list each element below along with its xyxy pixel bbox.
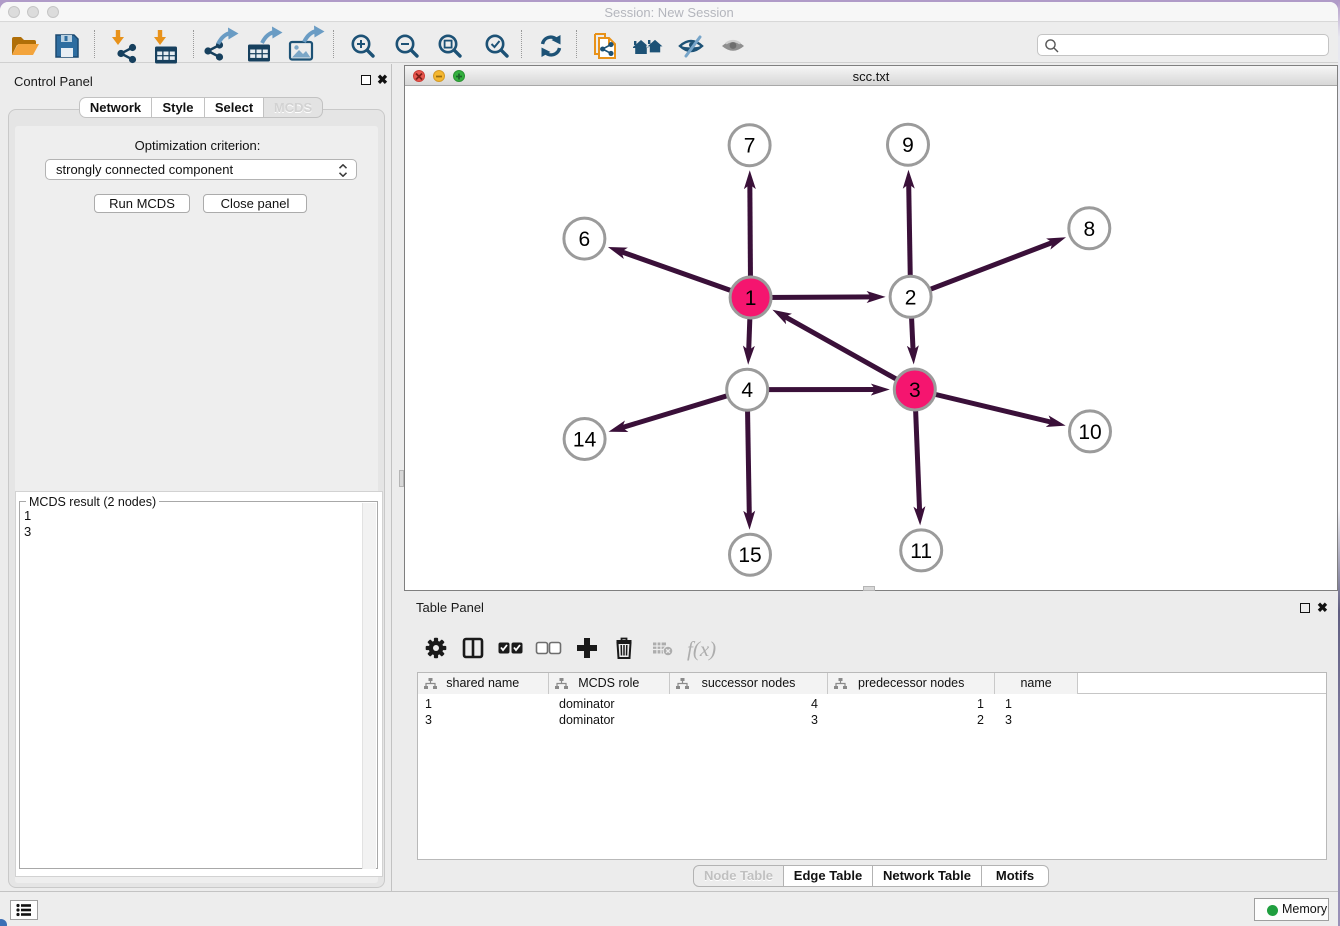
svg-text:6: 6 [579, 228, 591, 251]
svg-text:10: 10 [1078, 421, 1101, 444]
svg-text:4: 4 [741, 379, 753, 402]
svg-text:1: 1 [745, 287, 757, 310]
svg-text:f(x): f(x) [687, 637, 716, 661]
svg-text:2: 2 [905, 286, 917, 309]
svg-text:3: 3 [909, 379, 921, 402]
svg-text:8: 8 [1083, 218, 1095, 241]
svg-text:15: 15 [738, 544, 761, 567]
svg-text:14: 14 [573, 429, 597, 452]
svg-text:11: 11 [910, 540, 932, 563]
svg-text:7: 7 [744, 135, 756, 158]
svg-text:9: 9 [902, 134, 914, 157]
